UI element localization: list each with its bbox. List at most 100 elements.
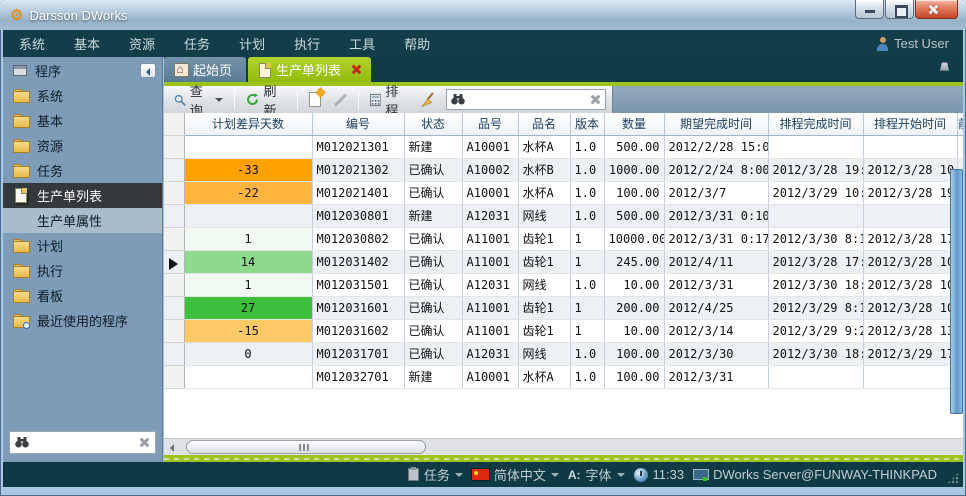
cell-name[interactable]: 水杯A xyxy=(518,135,570,158)
cell-end[interactable]: 2012/3/30 8:15 xyxy=(768,227,863,250)
user-box[interactable]: Test User xyxy=(876,36,963,51)
col-header-diff[interactable]: 计划差异天数 xyxy=(184,113,312,135)
cell-status[interactable]: 已确认 xyxy=(404,319,462,342)
language-menu[interactable]: 简体中文 xyxy=(472,465,559,484)
cell-item[interactable]: A12031 xyxy=(462,273,518,296)
grid-row-10[interactable]: 0M012031701已确认A12031网线1.0100.002012/3/30… xyxy=(164,342,963,365)
cell-qty[interactable]: 500.00 xyxy=(604,204,664,227)
cell-diff[interactable]: -22 xyxy=(184,181,312,204)
horizontal-scrollbar[interactable] xyxy=(164,438,963,455)
collapse-sidebar-button[interactable] xyxy=(140,63,156,78)
cell-end[interactable]: 2012/3/28 19:10 xyxy=(768,158,863,181)
cell-due[interactable]: 2012/3/31 0:10 xyxy=(664,204,768,227)
cell-ver[interactable]: 1.0 xyxy=(570,273,604,296)
cell-qty[interactable]: 10.00 xyxy=(604,319,664,342)
cell-due[interactable]: 2012/4/25 xyxy=(664,296,768,319)
grid-row-4[interactable]: M012030801新建A12031网线1.0500.002012/3/31 0… xyxy=(164,204,963,227)
sidebar-item-1[interactable]: 系统 xyxy=(3,83,162,108)
clear-sidebar-search-icon[interactable] xyxy=(137,436,150,449)
col-header-tail[interactable]: 前 xyxy=(957,113,963,135)
cell-tail[interactable] xyxy=(957,135,963,158)
grid-row-1[interactable]: M012021301新建A10001水杯A1.0500.002012/2/28 … xyxy=(164,135,963,158)
cell-ver[interactable]: 1.0 xyxy=(570,181,604,204)
task-menu[interactable]: 任务 xyxy=(408,465,463,484)
col-header-item[interactable]: 品号 xyxy=(462,113,518,135)
grid-row-8[interactable]: 27M012031601已确认A11001齿轮11200.002012/4/25… xyxy=(164,296,963,319)
col-header-status[interactable]: 状态 xyxy=(404,113,462,135)
cell-name[interactable]: 齿轮1 xyxy=(518,319,570,342)
sidebar-item-7[interactable]: 计划 xyxy=(3,233,162,258)
row-selector-cell[interactable] xyxy=(164,135,184,158)
cell-qty[interactable]: 100.00 xyxy=(604,365,664,388)
cell-code[interactable]: M012031402 xyxy=(312,250,404,273)
cell-start[interactable]: 2012/3/28 10:52 xyxy=(863,296,957,319)
cell-name[interactable]: 齿轮1 xyxy=(518,250,570,273)
cell-name[interactable]: 网线 xyxy=(518,273,570,296)
cell-start[interactable] xyxy=(863,204,957,227)
menu-item-8[interactable]: 帮助 xyxy=(404,34,430,53)
cell-ver[interactable]: 1 xyxy=(570,250,604,273)
cell-code[interactable]: M012032701 xyxy=(312,365,404,388)
cell-due[interactable]: 2012/3/30 xyxy=(664,342,768,365)
font-menu[interactable]: 字体 xyxy=(568,465,625,484)
sidebar-item-9[interactable]: 看板 xyxy=(3,283,162,308)
cell-diff[interactable] xyxy=(184,135,312,158)
menu-item-1[interactable]: 系统 xyxy=(19,34,45,53)
cell-code[interactable]: M012021301 xyxy=(312,135,404,158)
cell-end[interactable] xyxy=(768,135,863,158)
col-header-ver[interactable]: 版本 xyxy=(570,113,604,135)
row-selector-cell[interactable] xyxy=(164,342,184,365)
grid-row-11[interactable]: M012032701新建A10001水杯A1.0100.002012/3/31 xyxy=(164,365,963,388)
cell-ver[interactable]: 1.0 xyxy=(570,158,604,181)
cell-code[interactable]: M012031601 xyxy=(312,296,404,319)
grid-row-7[interactable]: 1M012031501已确认A12031网线1.010.002012/3/312… xyxy=(164,273,963,296)
cell-ver[interactable]: 1 xyxy=(570,227,604,250)
cell-status[interactable]: 已确认 xyxy=(404,342,462,365)
cell-qty[interactable]: 100.00 xyxy=(604,342,664,365)
cell-item[interactable]: A10002 xyxy=(462,158,518,181)
grid-row-5[interactable]: 1M012030802已确认A11001齿轮1110000.002012/3/3… xyxy=(164,227,963,250)
col-header-code[interactable]: 编号 xyxy=(312,113,404,135)
cell-qty[interactable]: 100.00 xyxy=(604,181,664,204)
cell-diff[interactable]: -15 xyxy=(184,319,312,342)
cell-diff[interactable]: 0 xyxy=(184,342,312,365)
cell-start[interactable]: 2012/3/28 17:13 xyxy=(863,227,957,250)
cell-end[interactable]: 2012/3/29 10:20 xyxy=(768,181,863,204)
cell-item[interactable]: A10001 xyxy=(462,365,518,388)
cell-name[interactable]: 齿轮1 xyxy=(518,296,570,319)
cell-qty[interactable]: 10.00 xyxy=(604,273,664,296)
cell-code[interactable]: M012030801 xyxy=(312,204,404,227)
row-selector-cell[interactable] xyxy=(164,273,184,296)
maximize-button[interactable] xyxy=(885,0,914,19)
grid-row-6[interactable]: 14M012031402已确认A11001齿轮11245.002012/4/11… xyxy=(164,250,963,273)
sidebar-item-8[interactable]: 执行 xyxy=(3,258,162,283)
menu-item-7[interactable]: 工具 xyxy=(349,34,375,53)
cell-status[interactable]: 已确认 xyxy=(404,250,462,273)
row-selector-cell[interactable] xyxy=(164,365,184,388)
close-tab-icon[interactable] xyxy=(350,64,361,75)
cell-status[interactable]: 新建 xyxy=(404,365,462,388)
cell-end[interactable]: 2012/3/28 17:13 xyxy=(768,250,863,273)
cell-code[interactable]: M012031602 xyxy=(312,319,404,342)
cell-diff[interactable]: 27 xyxy=(184,296,312,319)
cell-diff[interactable] xyxy=(184,204,312,227)
task-dropdown-icon[interactable] xyxy=(455,473,463,481)
cell-ver[interactable]: 1 xyxy=(570,296,604,319)
cell-item[interactable]: A11001 xyxy=(462,319,518,342)
cell-status[interactable]: 已确认 xyxy=(404,181,462,204)
sidebar-search-input[interactable] xyxy=(29,436,137,450)
cell-end[interactable]: 2012/3/30 18:00 xyxy=(768,273,863,296)
cell-code[interactable]: M012021401 xyxy=(312,181,404,204)
tab-1[interactable]: 起始页 xyxy=(164,57,246,82)
grid-row-2[interactable]: -33M012021302已确认A10002水杯B1.01000.002012/… xyxy=(164,158,963,181)
cell-name[interactable]: 齿轮1 xyxy=(518,227,570,250)
cell-due[interactable]: 2012/3/31 xyxy=(664,273,768,296)
scroll-left-icon[interactable] xyxy=(166,441,181,454)
menu-item-6[interactable]: 执行 xyxy=(294,34,320,53)
cell-start[interactable]: 2012/3/28 10:52 xyxy=(863,158,957,181)
cell-name[interactable]: 水杯A xyxy=(518,181,570,204)
new-button[interactable] xyxy=(305,90,325,109)
cell-start[interactable] xyxy=(863,135,957,158)
cell-status[interactable]: 新建 xyxy=(404,135,462,158)
grid-row-9[interactable]: -15M012031602已确认A11001齿轮1110.002012/3/14… xyxy=(164,319,963,342)
